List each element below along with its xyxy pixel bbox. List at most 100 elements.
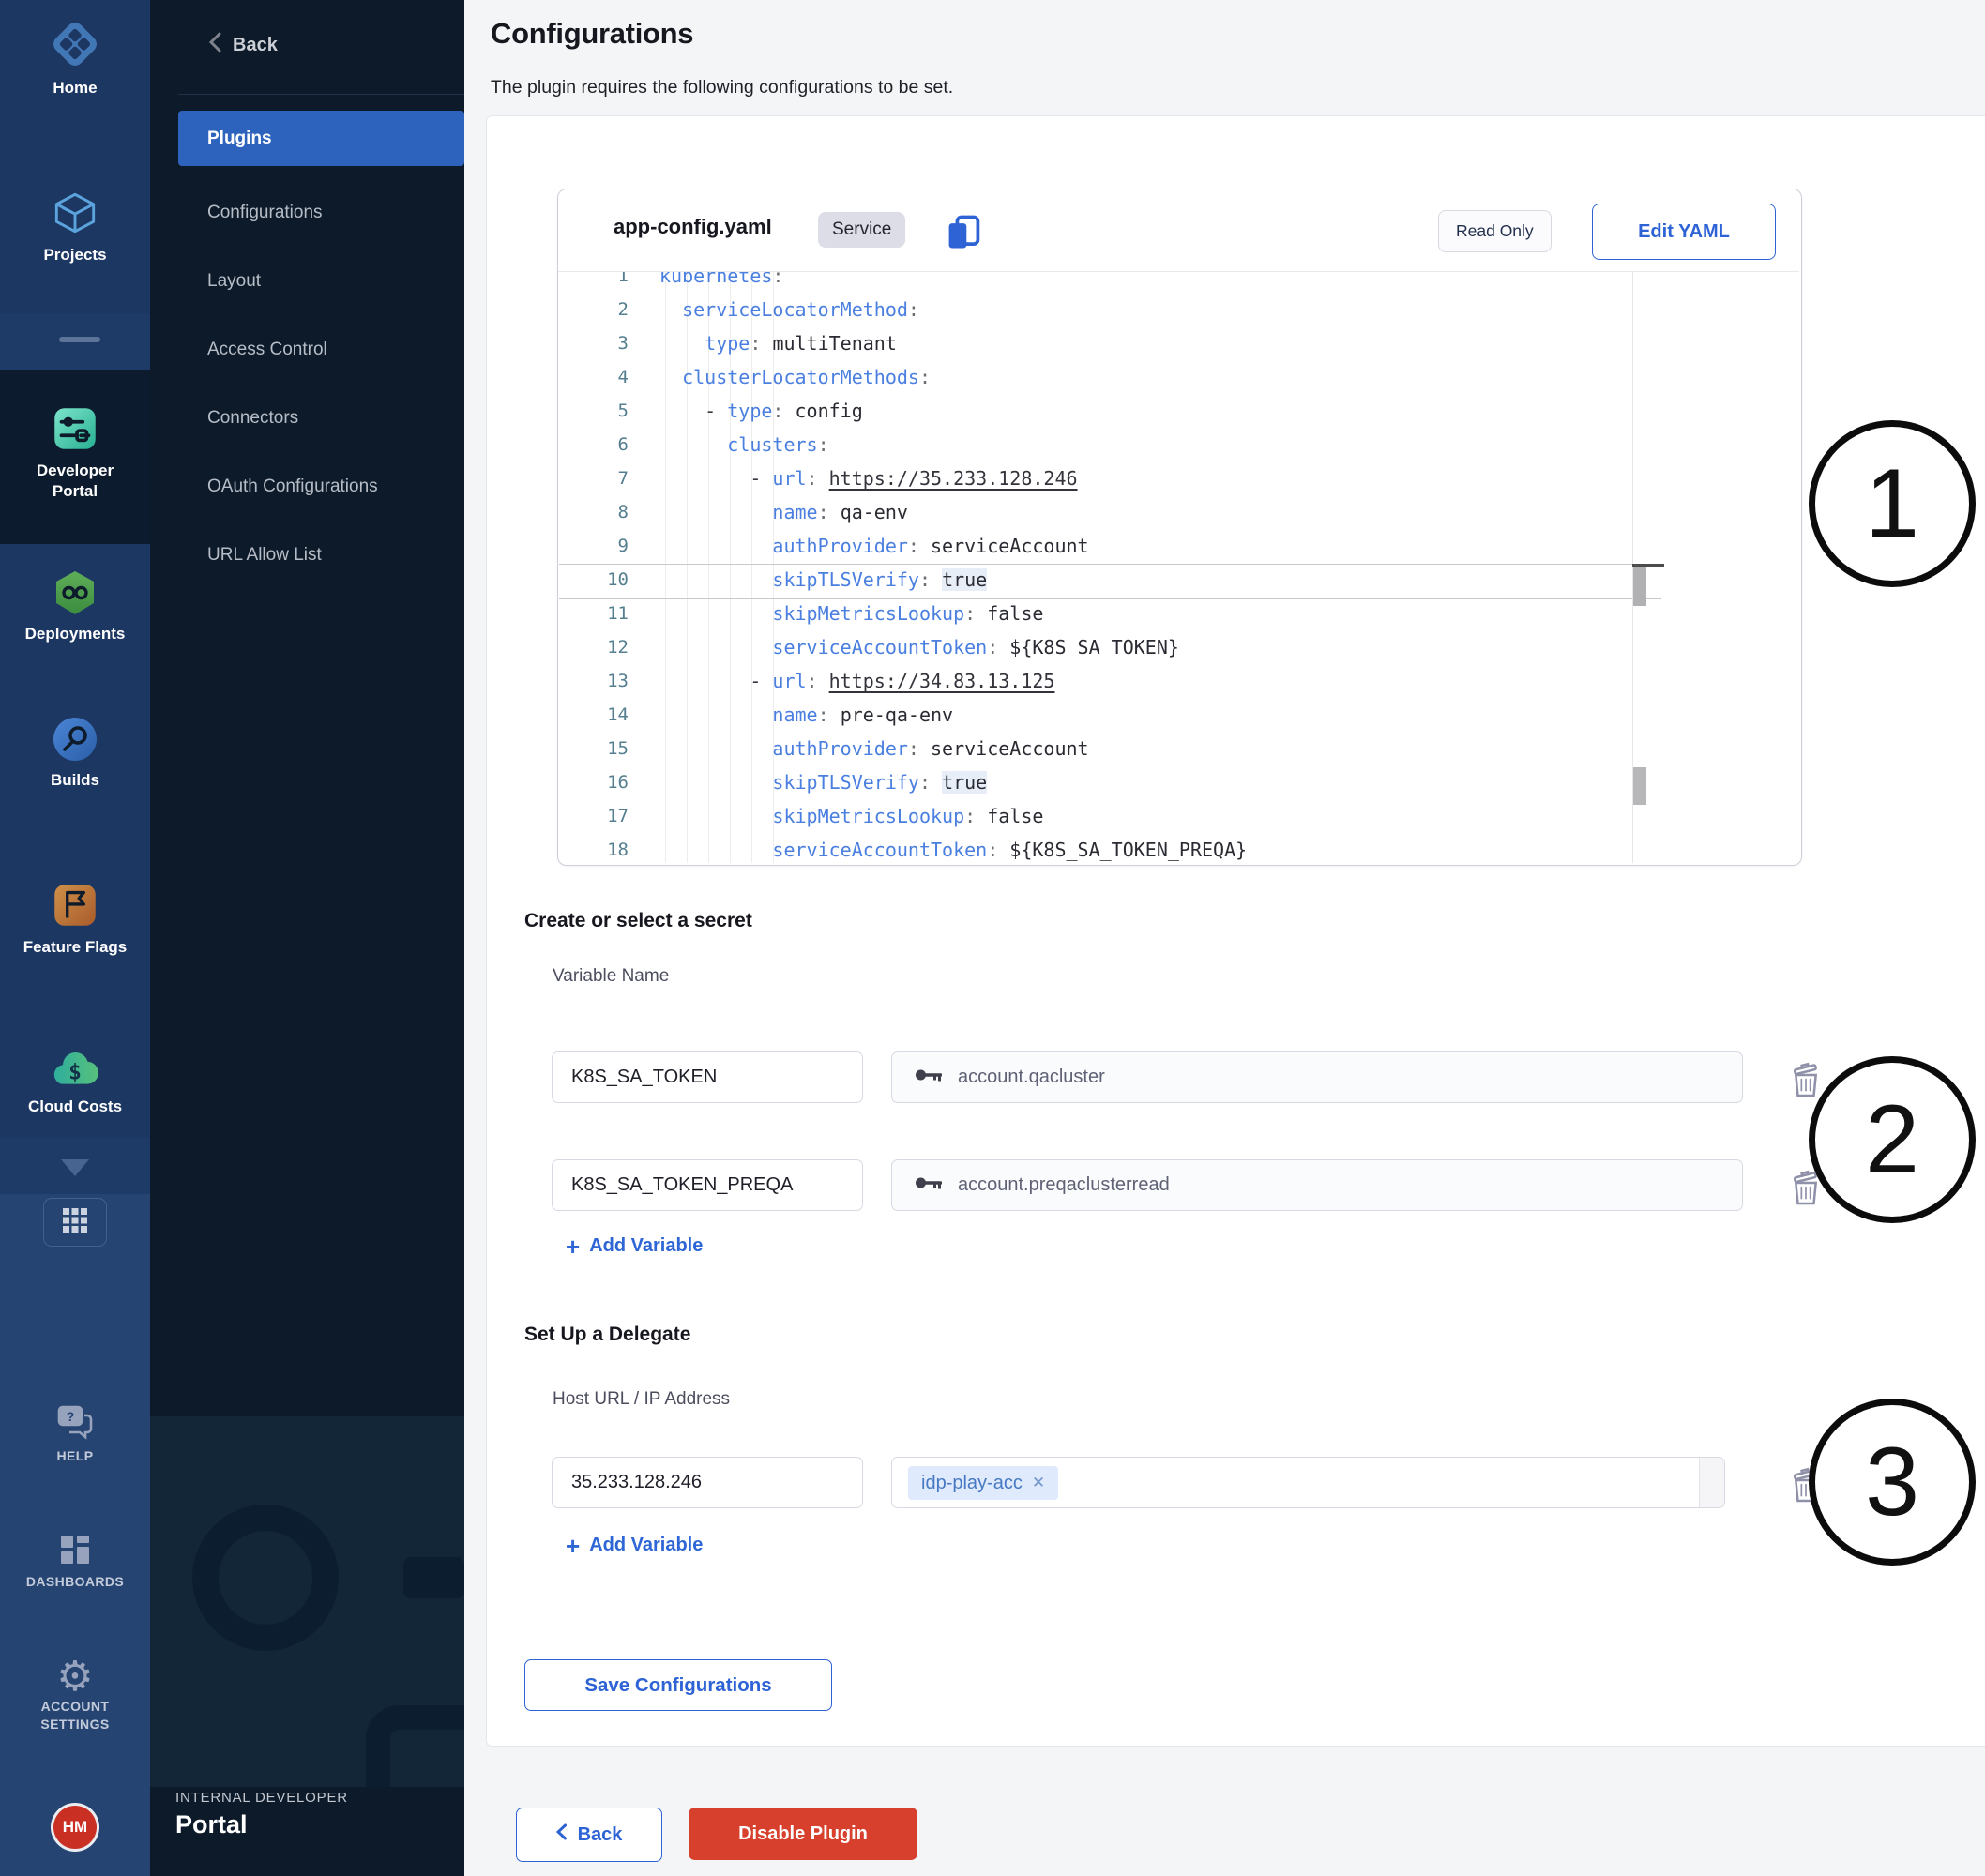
deployments-icon [49, 607, 101, 623]
scrollbar-marker [1632, 564, 1664, 567]
sidebar-item-account-settings[interactable]: ⚙ ACCOUNT SETTINGS [0, 1657, 150, 1733]
yaml-value: false [987, 805, 1043, 827]
sidebar-item-deployments[interactable]: Deployments [0, 567, 150, 644]
add-variable-button[interactable]: + Add Variable [566, 1235, 703, 1257]
back-nav-link[interactable]: Back [208, 32, 278, 58]
module-browser-button[interactable] [43, 1198, 107, 1247]
scrollbar-thumb[interactable] [1633, 767, 1646, 805]
code-line: 10 skipTLSVerify: true [559, 563, 1800, 597]
host-url-input[interactable] [552, 1457, 863, 1508]
feature-flags-icon [48, 920, 102, 936]
chevron-down-icon[interactable] [61, 1159, 89, 1176]
yaml-key: serviceAccountToken [772, 636, 987, 658]
delete-row-button[interactable] [1788, 1062, 1824, 1102]
variable-name-input[interactable] [552, 1051, 863, 1103]
yaml-card: app-config.yaml Service Read Only Edit Y… [557, 189, 1802, 866]
sidebar-item-label: Cloud Costs [0, 1097, 150, 1117]
harness-logo-icon [46, 61, 104, 77]
chevron-left-icon [556, 1823, 567, 1846]
code-lines: 1kubernetes: 2 serviceLocatorMethod: 3 t… [559, 272, 1800, 863]
code-line: 15 authProvider: serviceAccount [559, 732, 1800, 765]
secret-selector[interactable]: account.qacluster [891, 1051, 1743, 1103]
secret-selector[interactable]: account.preqaclusterread [891, 1159, 1743, 1211]
yaml-value: config [796, 400, 863, 422]
key-icon [915, 1174, 943, 1196]
secondary-nav-item[interactable]: Access Control [150, 315, 464, 384]
yaml-key: name [772, 704, 817, 726]
code-line: 11 skipMetricsLookup: false [559, 597, 1800, 630]
sidebar-item-developer-portal[interactable]: Developer Portal [0, 401, 150, 502]
developer-portal-icon [48, 444, 102, 460]
sidebar-item-label: HELP [0, 1447, 150, 1465]
builds-icon [49, 753, 101, 769]
sidebar-item-home[interactable]: Home [0, 15, 150, 98]
secondary-nav-item[interactable]: Configurations [150, 178, 464, 247]
secondary-nav-item[interactable]: Plugins [178, 111, 464, 166]
yaml-key: clusterLocatorMethods [682, 366, 919, 388]
code-line: 4 clusterLocatorMethods: [559, 360, 1800, 394]
yaml-key: authProvider [772, 737, 908, 760]
sidebar-item-builds[interactable]: Builds [0, 713, 150, 791]
sidebar-item-help[interactable]: ? HELP [0, 1403, 150, 1465]
yaml-value: https://34.83.13.125 [829, 670, 1055, 692]
code-line: 3 type: multiTenant [559, 326, 1800, 360]
secondary-nav-item[interactable]: Layout [150, 247, 464, 315]
line-number: 18 [559, 840, 629, 860]
yaml-key: skipMetricsLookup [772, 805, 964, 827]
variable-name-input[interactable] [552, 1159, 863, 1211]
secondary-sidebar: Back Plugins Configurations Layout Acces… [150, 0, 464, 1876]
line-number: 16 [559, 772, 629, 793]
sidebar-item-projects[interactable]: Projects [0, 186, 150, 265]
scrollbar-thumb[interactable] [1633, 565, 1646, 606]
code-line: 18 serviceAccountToken: ${K8S_SA_TOKEN_P… [559, 833, 1800, 863]
secondary-nav-item[interactable]: URL Allow List [150, 521, 464, 589]
secret-section-heading: Create or select a secret [524, 910, 752, 932]
sidebar-item-dashboards[interactable]: DASHBOARDS [0, 1531, 150, 1591]
sidebar-item-label: Portal [53, 482, 98, 500]
yaml-key: serviceAccountToken [772, 839, 987, 861]
sidebar-item-feature-flags[interactable]: Feature Flags [0, 878, 150, 958]
back-button[interactable]: Back [516, 1808, 662, 1862]
dashboards-icon [56, 1556, 94, 1572]
code-line: 13 - url: https://34.83.13.125 [559, 664, 1800, 698]
disable-plugin-button[interactable]: Disable Plugin [689, 1808, 917, 1860]
remove-tag-icon[interactable]: ✕ [1032, 1474, 1045, 1492]
copy-button[interactable] [943, 212, 984, 258]
secondary-nav-item-label: Configurations [207, 203, 323, 223]
page-subtitle: The plugin requires the following config… [491, 77, 953, 98]
chevron-left-icon [208, 32, 221, 58]
secondary-nav-item[interactable]: Connectors [150, 384, 464, 452]
yaml-key: kubernetes [659, 272, 772, 287]
save-configurations-button[interactable]: Save Configurations [524, 1659, 832, 1711]
line-number: 14 [559, 704, 629, 725]
annotation-number: 1 [1809, 420, 1976, 587]
sidebar-item-label: Feature Flags [0, 937, 150, 958]
yaml-value: true [942, 568, 987, 591]
user-avatar[interactable]: HM [53, 1806, 97, 1849]
yaml-filename: app-config.yaml [614, 215, 772, 239]
edit-yaml-button[interactable]: Edit YAML [1592, 204, 1776, 260]
secondary-nav-item[interactable]: OAuth Configurations [150, 452, 464, 521]
code-line: 7 - url: https://35.233.128.246 [559, 461, 1800, 495]
read-only-badge: Read Only [1438, 210, 1552, 252]
portal-title: Portal [175, 1810, 248, 1839]
grid-icon [61, 1206, 89, 1239]
line-number: 2 [559, 299, 629, 320]
yaml-key: authProvider [772, 535, 908, 557]
yaml-value: qa-env [841, 501, 908, 523]
gear-icon: ⚙ [56, 1654, 93, 1700]
sidebar-item-cloud-costs[interactable]: $ Cloud Costs [0, 1043, 150, 1117]
add-variable-button[interactable]: + Add Variable [566, 1535, 703, 1556]
host-url-label: Host URL / IP Address [553, 1389, 730, 1410]
sidebar-item-label: Builds [0, 770, 150, 791]
portal-subtitle: INTERNAL DEVELOPER [175, 1790, 348, 1806]
yaml-key: skipTLSVerify [772, 568, 919, 591]
configurations-panel: app-config.yaml Service Read Only Edit Y… [486, 115, 1985, 1747]
secondary-nav-item-label: OAuth Configurations [207, 477, 378, 497]
line-number: 7 [559, 468, 629, 489]
yaml-value: serviceAccount [931, 535, 1089, 557]
yaml-value: serviceAccount [931, 737, 1089, 760]
collapse-handle[interactable] [59, 337, 100, 342]
delegate-tags-field[interactable]: idp-play-acc ✕ [891, 1457, 1725, 1508]
code-editor: 1kubernetes: 2 serviceLocatorMethod: 3 t… [559, 272, 1800, 863]
